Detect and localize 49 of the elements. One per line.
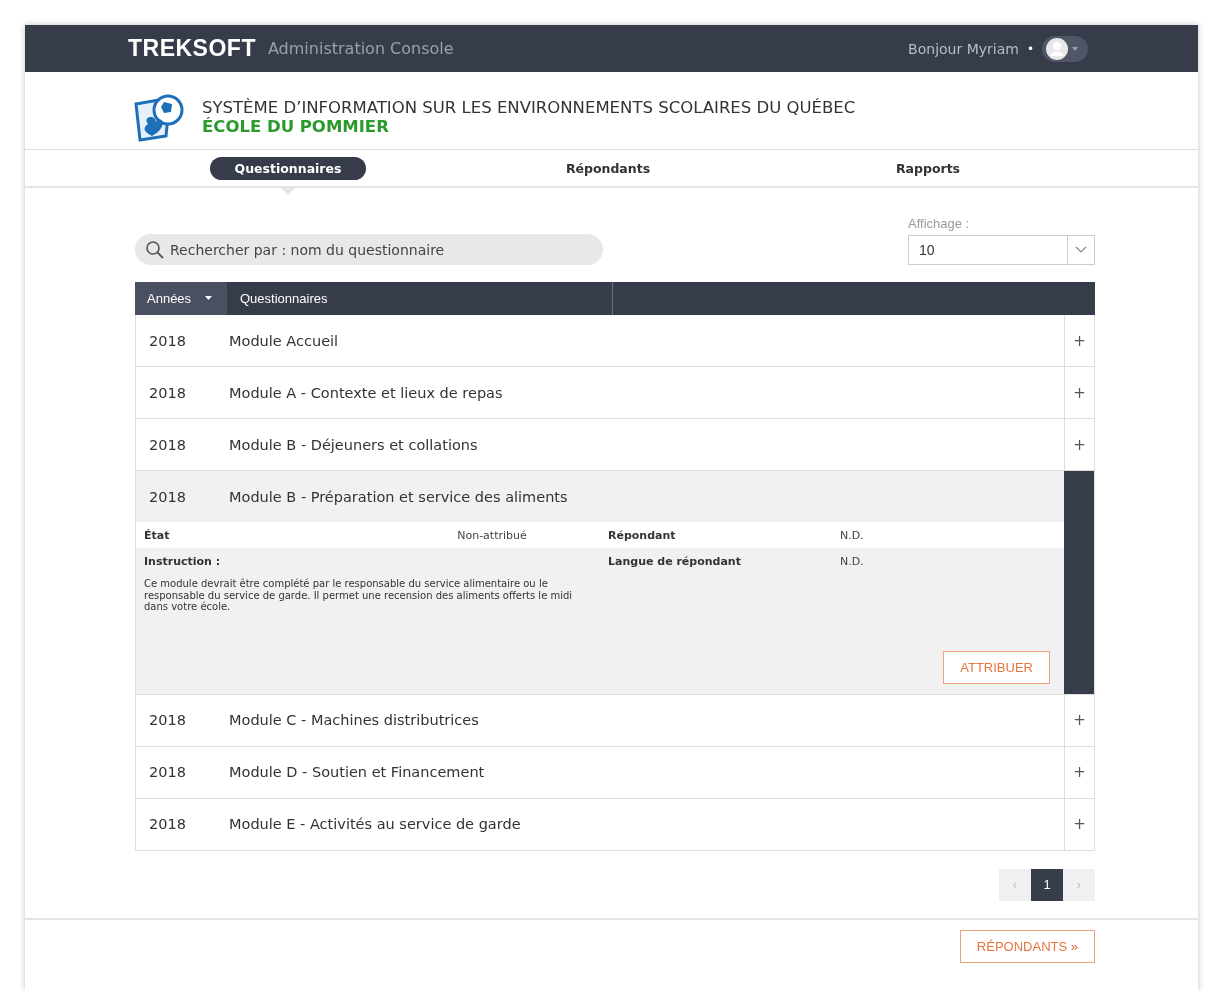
year-cell-text: 2018 bbox=[148, 332, 187, 349]
field-label: Répondant bbox=[608, 528, 677, 542]
field-label: Langue de répondant bbox=[608, 554, 742, 568]
year-cell-text: 2018 bbox=[148, 436, 187, 453]
table-row[interactable]: 2018 Module B - Déjeuners et collations + bbox=[135, 419, 1095, 471]
table-row[interactable]: 2018 Module Accueil + bbox=[135, 315, 1095, 367]
questionnaire-name: Module C - Machines distributrices bbox=[229, 712, 479, 728]
table-row[interactable]: 2018 Module D - Soutien et Financement + bbox=[135, 746, 1095, 799]
separator-dot: • bbox=[1026, 41, 1034, 56]
table-row[interactable]: 2018 Module E - Activités au service de garde + bbox=[135, 798, 1095, 851]
page-size-select[interactable]: 10 bbox=[908, 235, 1095, 265]
avatar-icon bbox=[1046, 37, 1068, 60]
field-label: Instruction : bbox=[144, 554, 222, 568]
column-header[interactable]: Années bbox=[135, 282, 227, 315]
greeting-text: Bonjour Myriam bbox=[908, 40, 1019, 57]
nav-tab[interactable]: Questionnaires bbox=[209, 156, 367, 180]
system-title: SYSTÈME D’INFORMATION SUR LES ENVIRONNEMENTS SCOLAIRES DU QUÉBEC bbox=[202, 97, 856, 117]
questionnaire-name: Module A - Contexte et lieux de repas bbox=[229, 384, 503, 401]
table-row[interactable]: 2018 Module C - Machines distributrices + bbox=[135, 694, 1095, 747]
search-icon bbox=[145, 240, 165, 260]
user-menu-button[interactable] bbox=[1042, 35, 1088, 62]
field-value: Non-attribué bbox=[456, 528, 528, 542]
year-cell-text: 2018 bbox=[148, 764, 187, 780]
field-label: État bbox=[144, 528, 171, 542]
table-row[interactable]: 2018 Module A - Contexte et lieux de repas + bbox=[135, 367, 1095, 419]
console-title: Administration Console bbox=[267, 39, 454, 58]
page-button[interactable]: 1 bbox=[1031, 868, 1063, 901]
chevron-down-icon bbox=[1075, 246, 1087, 254]
nav-tab[interactable]: Rapports bbox=[870, 156, 986, 180]
questionnaire-name: Module D - Soutien et Financement bbox=[229, 764, 485, 780]
field-value: N.D. bbox=[840, 528, 865, 542]
caret-icon bbox=[1071, 45, 1079, 52]
search-field[interactable]: Rechercher par : nom du questionnaire bbox=[135, 234, 603, 265]
instruction-text: Ce module devrait être complété par le responsable du service alimentaire ou le responsable du service de garde. Il permet une recension des aliments offerts le midi dans votre école. bbox=[144, 578, 574, 613]
display-label: Affichage : bbox=[908, 216, 971, 231]
questionnaire-name: Module B - Préparation et service des aliments bbox=[229, 488, 568, 505]
year-cell-text: 2018 bbox=[148, 488, 187, 505]
year-cell-text: 2018 bbox=[148, 384, 187, 401]
year-cell-text: 2018 bbox=[148, 816, 187, 832]
year-cell-text: 2018 bbox=[148, 712, 187, 728]
sort-caret-icon bbox=[205, 296, 213, 301]
questionnaire-name: Module E - Activités au service de garde bbox=[229, 816, 521, 832]
school-name: ÉCOLE DU POMMIER bbox=[202, 116, 390, 136]
field-value: N.D. bbox=[840, 554, 865, 568]
questionnaire-name: Module Accueil bbox=[229, 332, 339, 349]
brand-logo: TREKSOFT bbox=[128, 35, 256, 62]
table-row[interactable] bbox=[135, 471, 1095, 695]
nav-tab[interactable]: Répondants bbox=[540, 156, 676, 180]
questionnaire-name: Module B - Déjeuners et collations bbox=[229, 436, 478, 453]
